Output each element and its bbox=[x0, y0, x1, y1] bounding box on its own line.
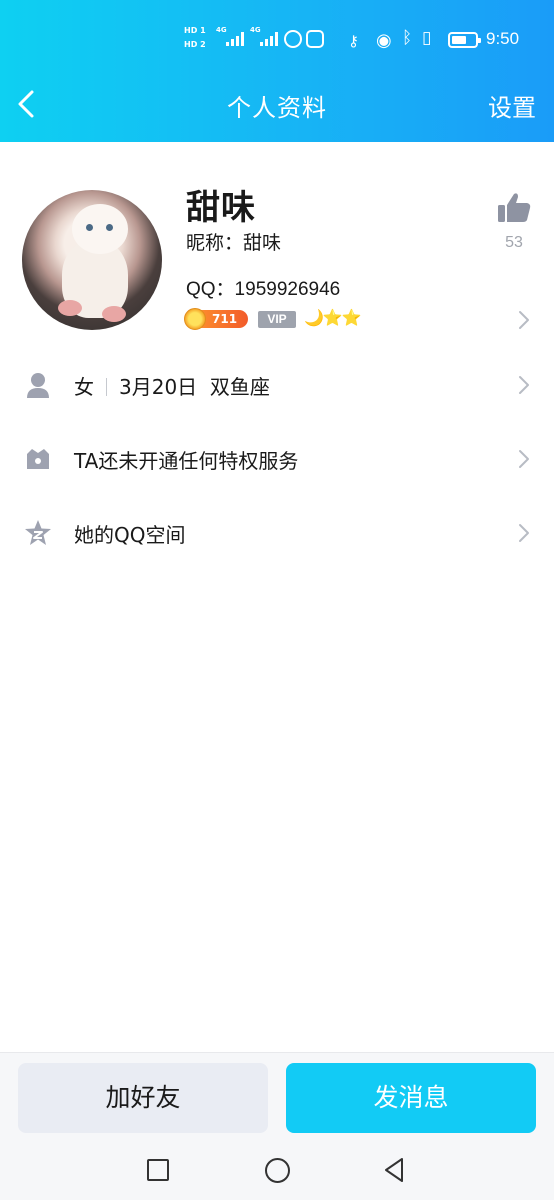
recent-apps-icon[interactable] bbox=[147, 1159, 169, 1181]
status-bar: HD 1 HD 2 4G 4G ⚷ ◉ ᛒ ▯ 9:50 bbox=[0, 20, 554, 62]
profile-header: HD 1 HD 2 4G 4G ⚷ ◉ ᛒ ▯ 9:50 个人资料 设置 bbox=[0, 0, 554, 142]
avatar-paw bbox=[58, 300, 82, 316]
eye-icon: ◉ bbox=[376, 30, 392, 51]
chevron-right-icon bbox=[518, 310, 530, 330]
avatar-cat-head bbox=[72, 204, 128, 254]
coin-level-value: 711 bbox=[212, 312, 238, 326]
home-icon[interactable] bbox=[265, 1158, 290, 1183]
avatar[interactable] bbox=[22, 190, 162, 330]
chevron-right-icon bbox=[518, 523, 530, 543]
avatar-eye bbox=[86, 224, 93, 231]
chevron-right-icon bbox=[518, 449, 530, 469]
birthday-value: 3月20日 bbox=[119, 375, 198, 399]
qzone-star-icon bbox=[24, 519, 52, 547]
like-button[interactable]: 53 bbox=[494, 190, 534, 252]
hd-indicator: HD 1 HD 2 bbox=[184, 24, 212, 54]
level-moon-star-icons: 🌙⭐⭐ bbox=[304, 308, 362, 327]
avatar-paw bbox=[102, 306, 126, 322]
send-message-button[interactable]: 发消息 bbox=[286, 1063, 536, 1133]
clock: 9:50 bbox=[486, 29, 520, 48]
vip-badge: VIP bbox=[258, 311, 296, 328]
profile-card[interactable]: 甜味 昵称：甜味 QQ：1959926946 711 VIP 🌙⭐⭐ 53 bbox=[0, 142, 554, 352]
like-count: 53 bbox=[505, 234, 523, 251]
back-icon[interactable] bbox=[382, 1157, 406, 1183]
list-item-privileges[interactable]: TA还未开通任何特权服务 bbox=[0, 421, 554, 495]
profile-name: 甜味 bbox=[186, 188, 256, 228]
status-icons: ⚷ ◉ ᛒ ▯ 9:50 bbox=[348, 28, 548, 52]
profile-qq-number: QQ：1959926946 bbox=[186, 279, 341, 300]
list-item-basic-info[interactable]: 女 3月20日 双鱼座 bbox=[0, 347, 554, 421]
hd1-label: HD 1 bbox=[184, 26, 206, 35]
basic-info-label: 女 3月20日 双鱼座 bbox=[74, 371, 270, 400]
crown-icon bbox=[24, 445, 52, 473]
thumbs-up-icon bbox=[498, 193, 531, 222]
hd2-label: HD 2 bbox=[184, 40, 206, 49]
profile-nickname: 昵称：甜味 bbox=[186, 232, 282, 254]
coin-level-badge: 711 bbox=[184, 308, 248, 330]
zodiac-value: 双鱼座 bbox=[209, 375, 270, 399]
browser-icon bbox=[306, 30, 324, 48]
key-icon: ⚷ bbox=[348, 32, 359, 50]
avatar-eye bbox=[106, 224, 113, 231]
action-bar: 加好友 发消息 bbox=[0, 1052, 554, 1148]
globe-icon bbox=[284, 30, 302, 48]
settings-button[interactable]: 设置 bbox=[488, 88, 536, 123]
page-title: 个人资料 bbox=[227, 94, 327, 122]
system-navigation-bar bbox=[0, 1140, 554, 1200]
list-item-qzone[interactable]: 她的QQ空间 bbox=[0, 495, 554, 569]
chevron-right-icon bbox=[518, 375, 530, 395]
qzone-label: 她的QQ空间 bbox=[74, 523, 186, 547]
vibrate-icon: ▯ bbox=[422, 28, 432, 48]
privileges-label: TA还未开通任何特权服务 bbox=[74, 449, 299, 473]
person-icon bbox=[24, 371, 52, 399]
battery-icon bbox=[448, 32, 481, 48]
add-friend-button[interactable]: 加好友 bbox=[18, 1063, 268, 1133]
bluetooth-icon: ᛒ bbox=[402, 28, 413, 48]
info-list: 女 3月20日 双鱼座 TA还未开通任何特权服务 她的QQ空间 bbox=[0, 347, 554, 569]
gender-value: 女 bbox=[74, 375, 94, 399]
coin-icon bbox=[184, 308, 206, 330]
divider bbox=[106, 378, 107, 396]
level-badges[interactable]: 711 VIP 🌙⭐⭐ bbox=[184, 308, 426, 330]
